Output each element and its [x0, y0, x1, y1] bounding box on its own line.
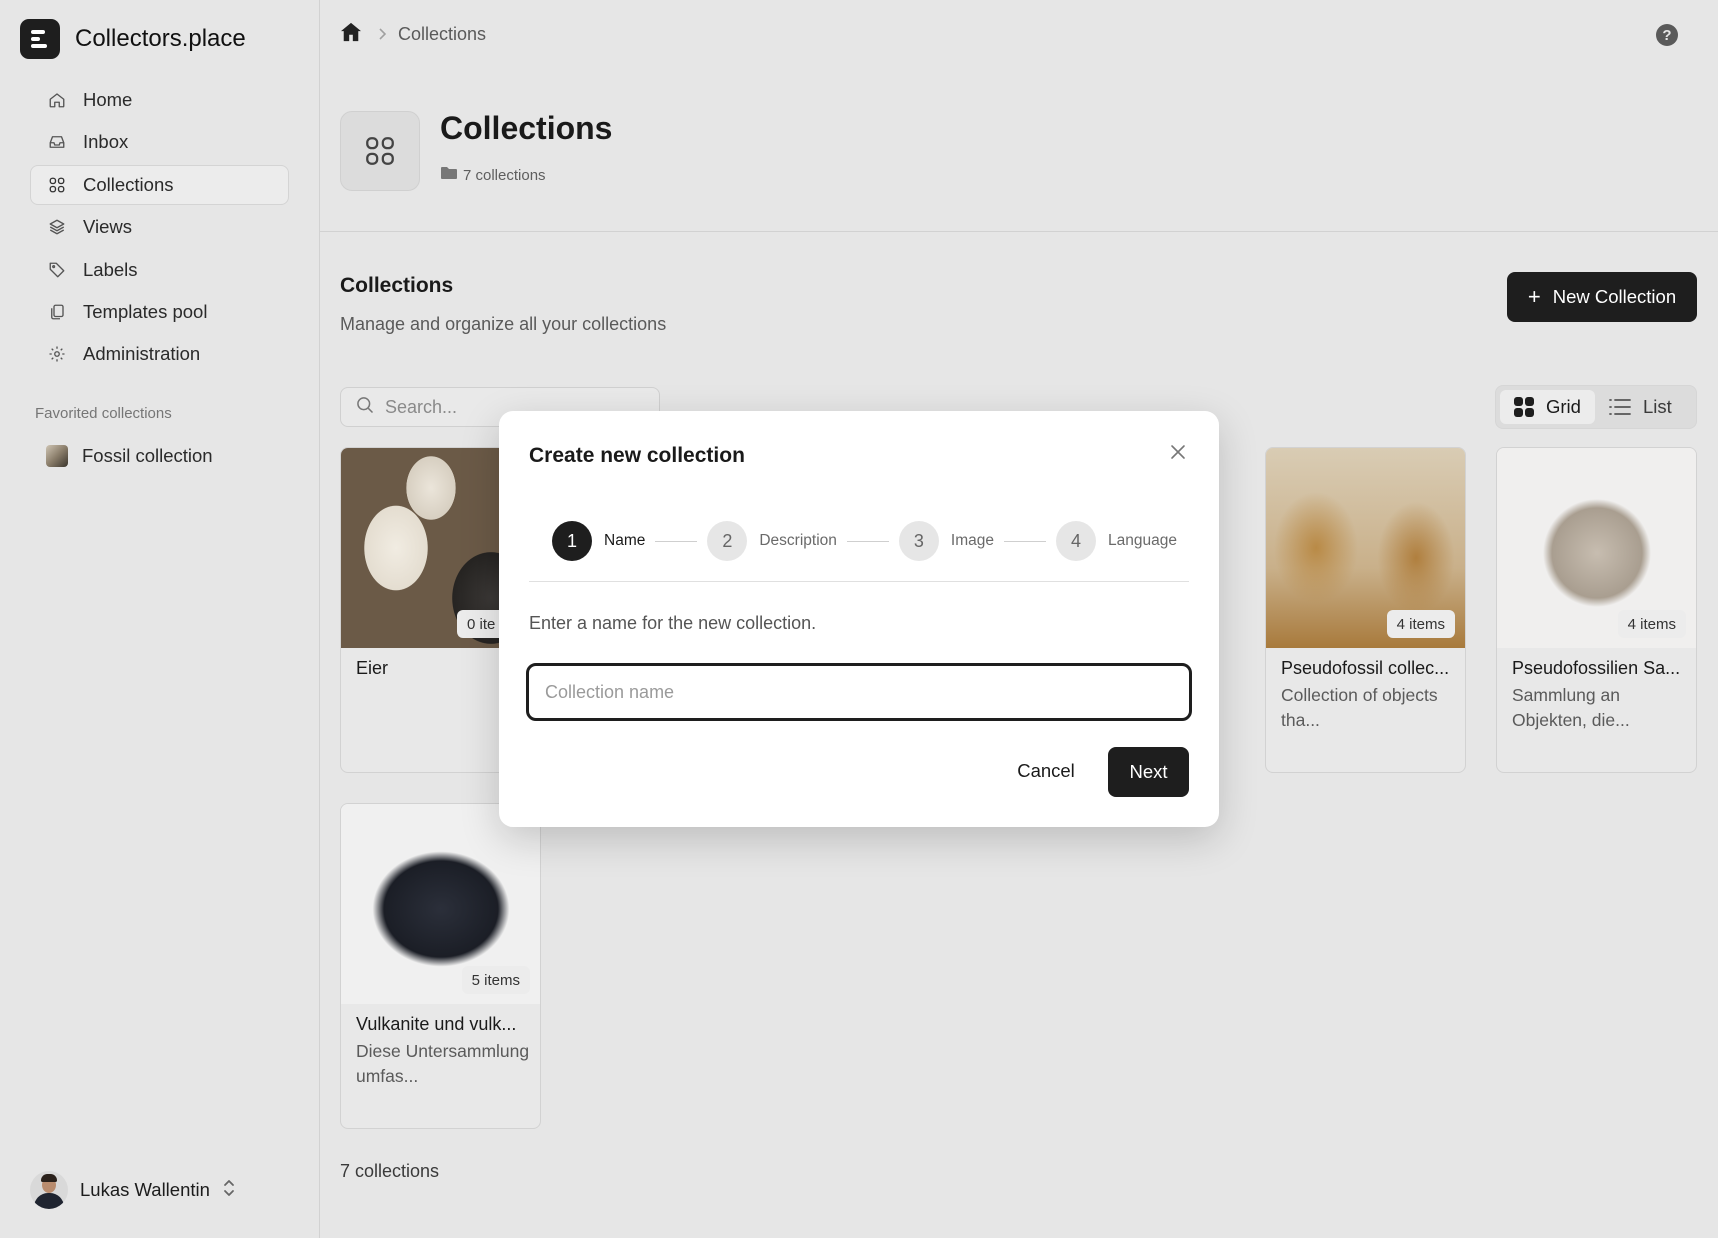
step-name: 1 Name: [552, 521, 645, 561]
grid-view-button[interactable]: Grid: [1500, 390, 1595, 424]
step-number: 3: [898, 521, 939, 561]
sidebar-item-administration[interactable]: Administration: [30, 334, 289, 374]
step-label: Description: [759, 532, 837, 549]
sidebar-item-views[interactable]: Views: [30, 207, 289, 247]
dialog-hint: Enter a name for the new collection.: [529, 613, 817, 633]
collection-name-input[interactable]: [526, 663, 1192, 721]
breadcrumb-current[interactable]: Collections: [398, 24, 486, 45]
collection-count-meta: 7 collections: [441, 166, 546, 184]
close-icon[interactable]: [1167, 441, 1189, 463]
home-icon: [47, 90, 67, 110]
search-icon: [355, 395, 375, 420]
dialog-title: Create new collection: [529, 444, 745, 467]
list-icon: [1609, 398, 1631, 416]
favorite-item-fossil-collection[interactable]: Fossil collection: [30, 436, 289, 476]
search-placeholder: Search...: [385, 396, 458, 417]
sidebar-item-label: Home: [83, 89, 133, 110]
list-view-label: List: [1642, 396, 1672, 417]
collection-card-pseudofossilien-sammlung[interactable]: 4 items Pseudofossilien Sa... Sammlung a…: [1496, 447, 1697, 773]
sidebar-item-collections[interactable]: Collections: [30, 164, 289, 205]
sidebar-item-label: Templates pool: [83, 300, 208, 322]
folder-icon: [441, 166, 457, 184]
sidebar-item-label: Administration: [83, 343, 201, 365]
stepper: 1 Name 2 Description 3 Image 4 Language: [552, 521, 1177, 561]
inbox-icon: [47, 132, 67, 152]
avatar: [30, 1171, 68, 1209]
favorite-item-label: Fossil collection: [82, 445, 213, 466]
section-title: Collections: [340, 274, 454, 297]
step-number: 1: [552, 521, 592, 561]
step-number: 4: [1055, 521, 1096, 561]
grid-icon: [1514, 397, 1534, 417]
step-image: 3 Image: [898, 521, 994, 561]
new-collection-label: New Collection: [1552, 286, 1677, 307]
sidebar-item-home[interactable]: Home: [30, 80, 289, 120]
collection-card-pseudofossil-collection[interactable]: 4 items Pseudofossil collec... Collectio…: [1265, 447, 1466, 773]
home-icon[interactable]: [340, 22, 362, 47]
sidebar-item-label: Inbox: [83, 131, 129, 153]
item-count-badge: 4 items: [1386, 610, 1455, 638]
collection-description: Diese Untersammlung umfas...: [356, 1041, 530, 1086]
page-title: Collections: [440, 110, 613, 146]
tag-icon: [47, 260, 67, 280]
cancel-button[interactable]: Cancel: [1002, 746, 1090, 796]
favorites-heading: Favorited collections: [35, 405, 172, 422]
new-collection-button[interactable]: + New Collection: [1507, 272, 1697, 322]
collection-title: Vulkanite und vulk...: [356, 1014, 517, 1034]
sidebar: Collectors.place Home Inbox Collections …: [0, 0, 320, 1238]
step-label: Image: [950, 532, 994, 549]
grid-view-label: Grid: [1546, 396, 1581, 417]
sidebar-item-templates-pool[interactable]: Templates pool: [30, 292, 289, 332]
breadcrumb: Collections: [340, 22, 486, 47]
chevron-right-icon: [378, 24, 387, 45]
plus-icon: +: [1527, 284, 1541, 309]
sidebar-nav: Home Inbox Collections Views Labels Temp…: [30, 80, 289, 377]
collection-description: Sammlung an Objekten, die...: [1512, 685, 1630, 730]
step-connector: [1003, 540, 1046, 542]
layers-icon: [47, 217, 67, 237]
sidebar-item-label: Views: [83, 216, 133, 238]
step-label: Language: [1107, 532, 1177, 549]
chevron-up-down-icon: [222, 1179, 236, 1202]
app-logo-icon: [20, 19, 60, 59]
step-language: 4 Language: [1055, 521, 1177, 561]
user-name: Lukas Wallentin: [80, 1179, 210, 1200]
item-count-badge: 4 items: [1617, 610, 1686, 638]
collections-page-icon: [340, 111, 420, 191]
brand[interactable]: Collectors.place: [20, 19, 246, 59]
sidebar-item-inbox[interactable]: Inbox: [30, 122, 289, 162]
step-number: 2: [707, 521, 748, 561]
create-collection-dialog: Create new collection 1 Name 2 Descripti…: [499, 411, 1219, 827]
sidebar-item-label: Labels: [83, 258, 138, 280]
section-subtitle: Manage and organize all your collections: [340, 314, 667, 334]
collection-title: Pseudofossilien Sa...: [1512, 658, 1681, 678]
collection-description: Collection of objects tha...: [1281, 685, 1438, 730]
step-description: 2 Description: [707, 521, 837, 561]
favorite-thumbnail: [46, 445, 68, 467]
view-toggle: Grid List: [1495, 385, 1697, 429]
next-button[interactable]: Next: [1108, 747, 1189, 797]
collection-card-vulkanite[interactable]: 5 items Vulkanite und vulk... Diese Unte…: [340, 803, 541, 1129]
dialog-divider: [529, 581, 1189, 582]
collection-title: Pseudofossil collec...: [1281, 658, 1450, 678]
sidebar-item-labels[interactable]: Labels: [30, 250, 289, 290]
copy-icon: [47, 302, 67, 322]
sidebar-item-label: Collections: [83, 173, 174, 195]
item-count-badge: 5 items: [461, 966, 530, 994]
collection-count: 7 collections: [463, 166, 546, 184]
gear-icon: [47, 344, 67, 364]
user-menu[interactable]: Lukas Wallentin: [30, 1171, 236, 1209]
step-label: Name: [604, 532, 646, 549]
footer-collection-count: 7 collections: [340, 1161, 440, 1181]
step-connector: [655, 540, 698, 542]
grid-icon: [47, 175, 67, 195]
app-name: Collectors.place: [75, 25, 246, 52]
list-view-button[interactable]: List: [1595, 390, 1686, 424]
help-icon[interactable]: ?: [1656, 24, 1678, 46]
step-connector: [846, 540, 889, 542]
